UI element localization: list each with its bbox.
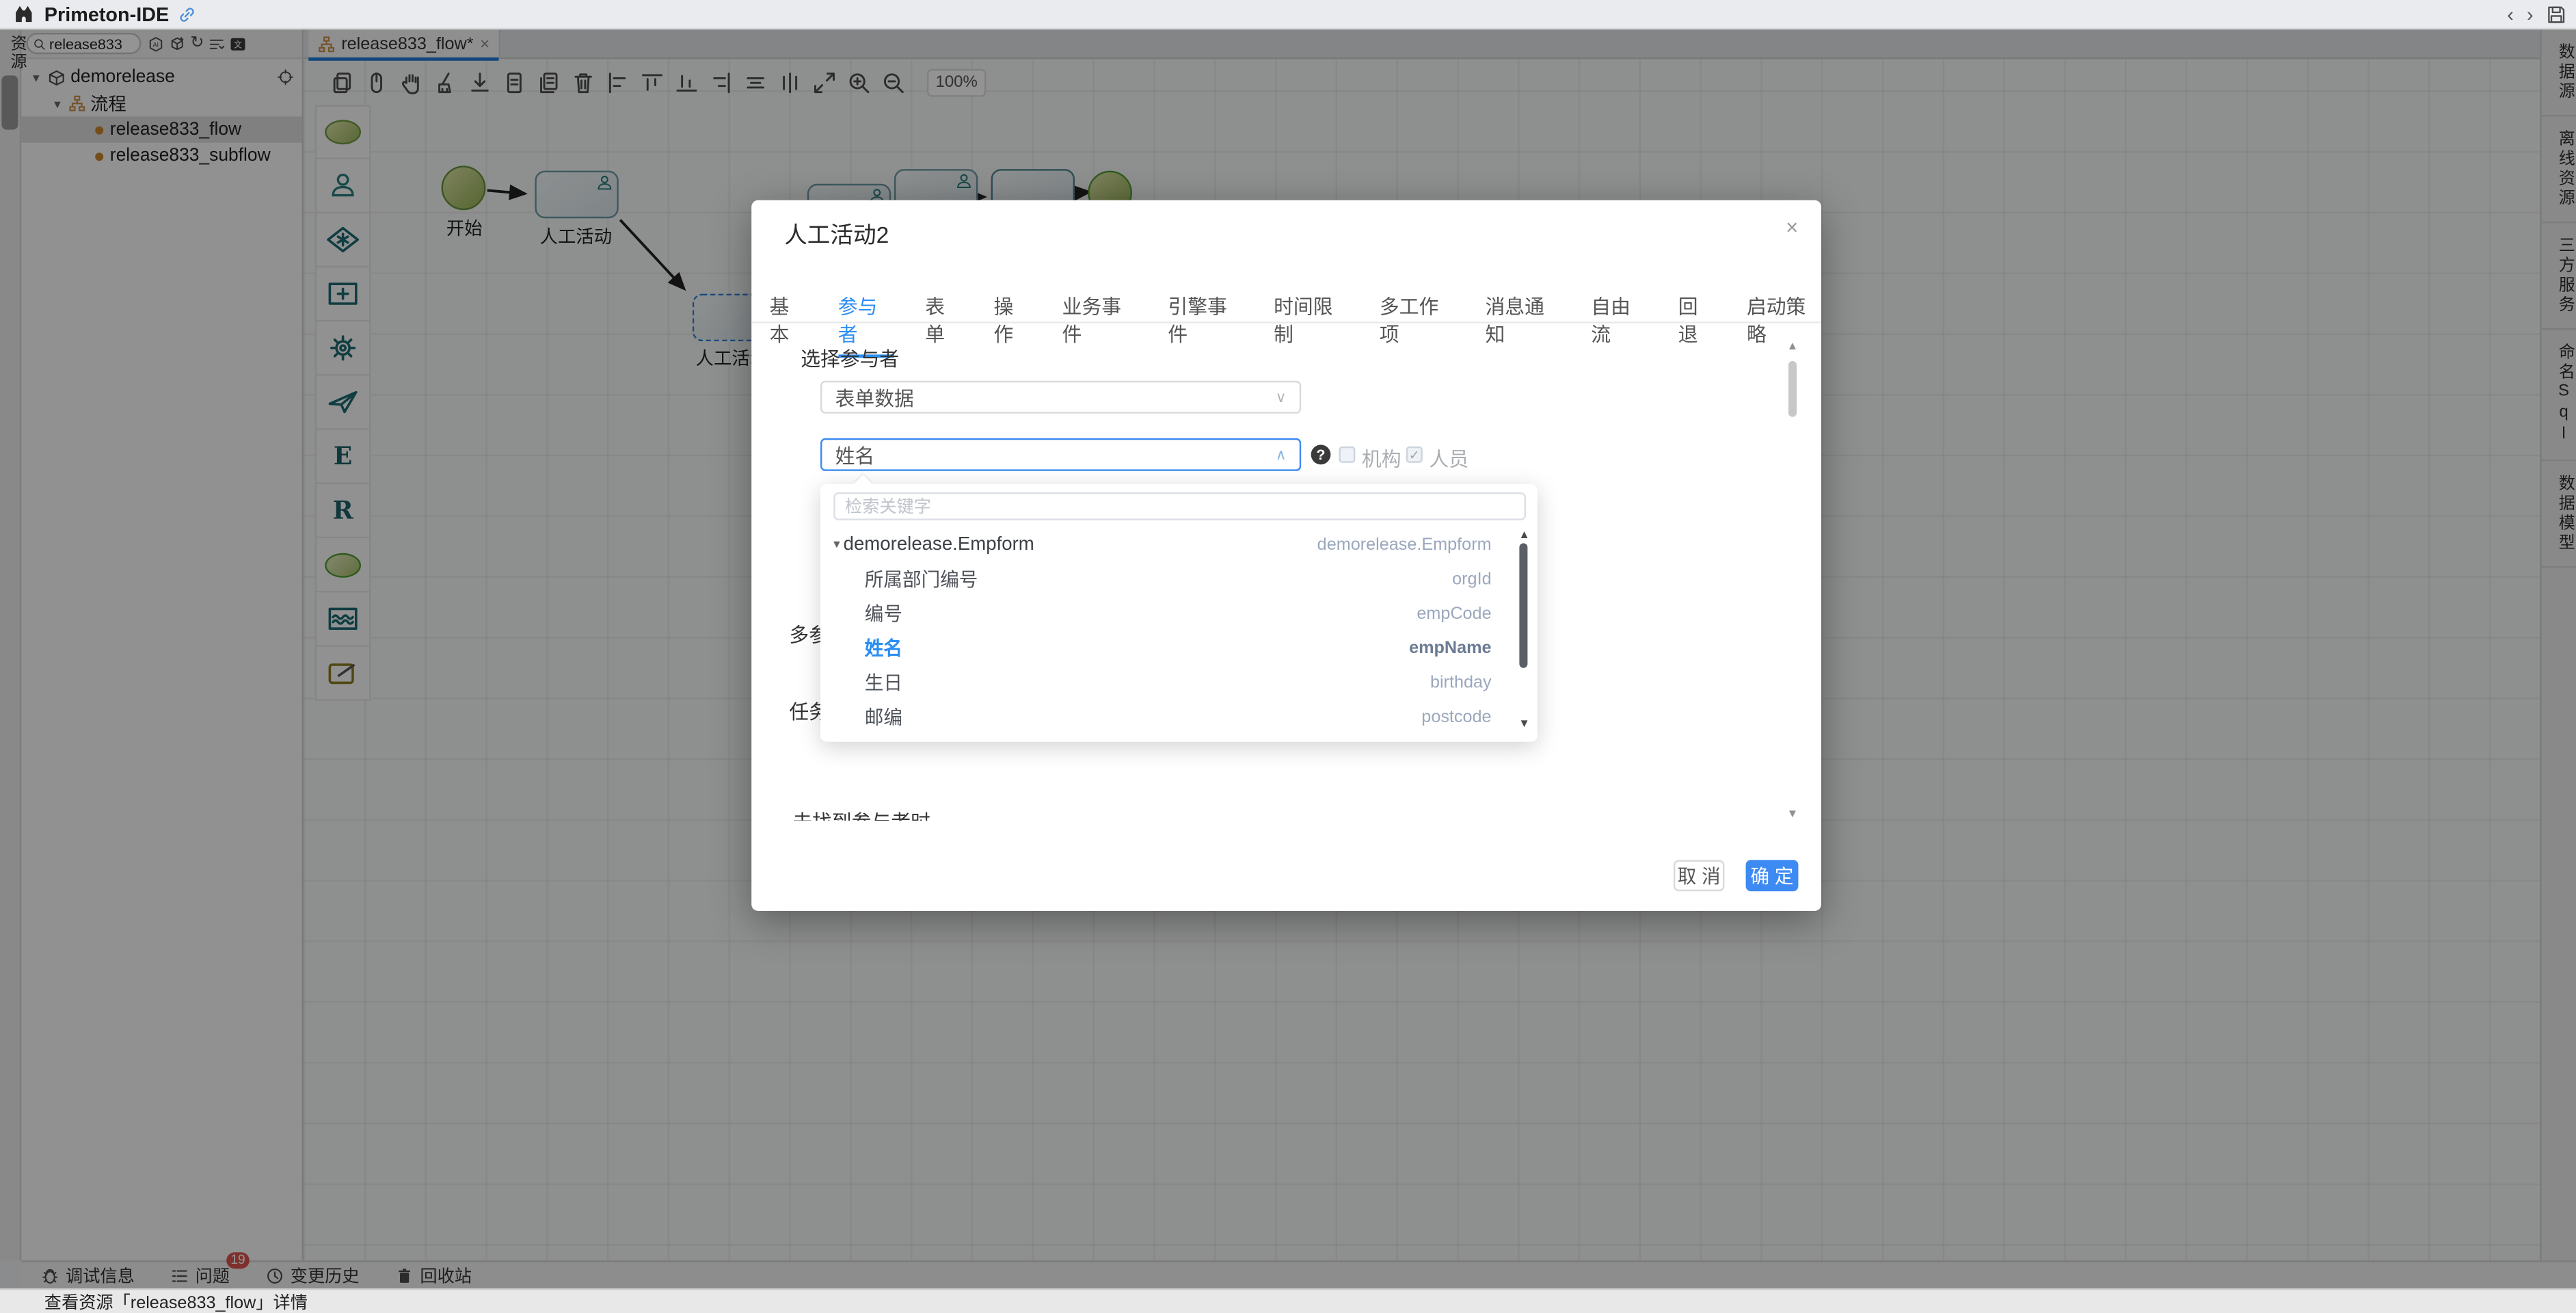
person-checkbox[interactable]: ✓ [1406, 447, 1423, 463]
dropdown-list: ▾ demorelease.Empform demorelease.Empfor… [820, 527, 1538, 737]
status-text: 查看资源「release833_flow」详情 [44, 1289, 308, 1313]
dialog-scrollbar[interactable]: ▲ ▼ [1785, 341, 1800, 821]
item-label: 姓名 [865, 635, 902, 661]
participant-type-select[interactable]: 表单数据 ∨ [820, 381, 1301, 414]
nav-forward-icon[interactable]: › [2527, 3, 2534, 27]
org-checkbox[interactable] [1339, 447, 1355, 463]
scroll-up-icon[interactable]: ▲ [1518, 530, 1531, 542]
app-logo-icon [13, 3, 34, 25]
status-bar: 查看资源「release833_flow」详情 [0, 1288, 2576, 1313]
list-item-empcode[interactable]: 编号 empCode [820, 596, 1538, 630]
list-item-postcode[interactable]: 邮编 postcode [820, 699, 1538, 733]
caret-down-icon[interactable]: ▾ [830, 537, 843, 552]
list-item-empname[interactable]: 姓名 empName [820, 631, 1538, 665]
scroll-up-icon[interactable]: ▲ [1785, 341, 1800, 353]
app-title: Primeton-IDE [44, 3, 169, 26]
help-icon[interactable]: ? [1311, 445, 1331, 464]
item-value: demorelease.Empform [1317, 534, 1492, 554]
scroll-down-icon[interactable]: ▼ [1518, 719, 1531, 730]
item-value: birthday [1430, 672, 1492, 692]
dialog-title: 人工活动2 [784, 218, 889, 251]
dropdown-scrollbar[interactable]: ▲ ▼ [1518, 530, 1531, 730]
save-icon[interactable] [2547, 5, 2566, 25]
check-icon: ✓ [1409, 447, 1420, 462]
list-item-birthday[interactable]: 生日 birthday [820, 665, 1538, 699]
chevron-up-icon: ∧ [1276, 446, 1287, 464]
scroll-thumb[interactable] [1519, 543, 1527, 667]
item-label: 编号 [865, 600, 902, 626]
nav-back-icon[interactable]: ‹ [2507, 3, 2514, 27]
participant-not-found-label: 未找到参与者时 [792, 808, 930, 821]
link-icon[interactable] [177, 4, 197, 24]
item-label: 邮编 [865, 703, 902, 729]
list-item-empform[interactable]: ▾ demorelease.Empform demorelease.Empfor… [820, 527, 1538, 561]
item-value: postcode [1421, 706, 1491, 726]
person-checkbox-label: 人员 [1429, 445, 1468, 473]
scroll-down-icon[interactable]: ▼ [1785, 809, 1800, 821]
title-bar: Primeton-IDE ‹ › [0, 0, 2576, 29]
chevron-down-icon: ∨ [1276, 388, 1287, 406]
item-label: demorelease.Empform [844, 534, 1034, 554]
select-participants-label: 选择参与者 [801, 345, 899, 373]
dropdown-search-input[interactable] [833, 492, 1526, 520]
list-item-orgid[interactable]: 所属部门编号 orgId [820, 561, 1538, 596]
scroll-thumb[interactable] [1788, 361, 1797, 417]
org-checkbox-label: 机构 [1362, 445, 1401, 473]
item-label: 所属部门编号 [865, 566, 978, 592]
participant-type-value: 表单数据 [835, 383, 914, 411]
item-value: empCode [1417, 603, 1491, 623]
field-dropdown: ▾ demorelease.Empform demorelease.Empfor… [820, 484, 1538, 742]
item-label: 生日 [865, 669, 902, 695]
item-value: orgId [1452, 569, 1491, 589]
field-select[interactable]: 姓名 ∧ [820, 438, 1301, 471]
cancel-button[interactable]: 取 消 [1674, 860, 1724, 892]
ok-button[interactable]: 确 定 [1746, 860, 1799, 892]
close-icon[interactable]: × [1786, 215, 1798, 239]
field-select-value: 姓名 [835, 440, 875, 468]
item-value: empName [1409, 637, 1491, 657]
primeton-ide-window: E R 开始 人工活动 人工活动2 [0, 0, 2576, 1313]
